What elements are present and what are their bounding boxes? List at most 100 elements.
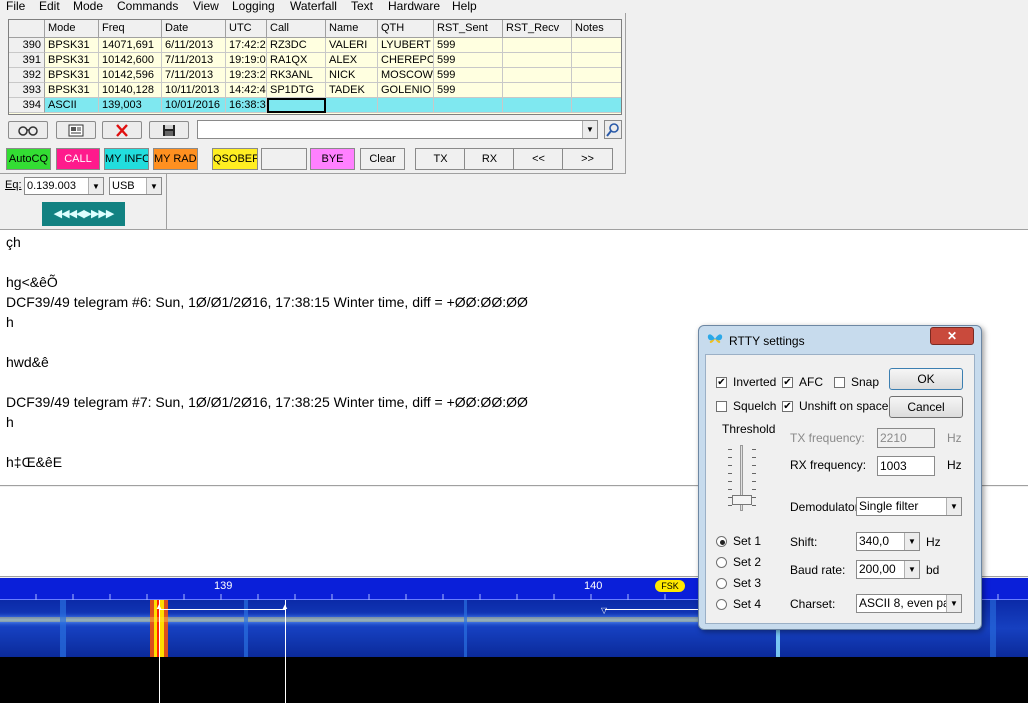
row-number[interactable]: 390 <box>9 38 45 53</box>
macro-call-button[interactable]: CALL <box>56 148 100 170</box>
row-number[interactable]: 391 <box>9 53 45 68</box>
macro-myradio-button[interactable]: MY RADIO <box>153 148 198 170</box>
table-cell-date[interactable]: 7/11/2013 <box>162 53 226 68</box>
log-grid[interactable]: Mode Freq Date UTC Call Name QTH RST_Sent RST_Re… <box>8 19 622 115</box>
table-cell-call[interactable]: RK3ANL <box>267 68 326 83</box>
table-cell-name[interactable]: NICK <box>326 68 378 83</box>
squelch-checkbox[interactable] <box>716 401 727 412</box>
snap-checkbox[interactable] <box>834 377 845 388</box>
table-cell-rst-sent[interactable]: 599 <box>434 38 503 53</box>
unshift-checkbox[interactable]: ✔ <box>782 401 793 412</box>
menu-help[interactable]: Help <box>452 0 477 13</box>
table-cell-freq[interactable]: 14071,691 <box>99 38 162 53</box>
inverted-checkbox[interactable]: ✔ <box>716 377 727 388</box>
table-cell-qth[interactable]: LYUBERT <box>378 38 434 53</box>
column-header-utc[interactable]: UTC <box>226 20 267 38</box>
table-cell-freq[interactable]: 139,003 <box>99 98 162 113</box>
macro-bye-button[interactable]: BYE <box>310 148 355 170</box>
table-cell-utc[interactable]: 17:42:2 <box>226 38 267 53</box>
chevron-down-icon[interactable]: ▼ <box>146 178 161 194</box>
save-record-button[interactable] <box>149 121 189 139</box>
qsl-card-button[interactable] <box>56 121 96 139</box>
lookup-button[interactable] <box>604 120 622 139</box>
macro-autocq-button[interactable]: AutoCQ <box>6 148 51 170</box>
callsign-combo[interactable]: ▼ <box>197 120 598 139</box>
table-cell-rst-recv[interactable] <box>503 83 572 98</box>
table-cell-utc[interactable]: 19:19:0 <box>226 53 267 68</box>
baud-rate-select[interactable]: 200,00 ▼ <box>856 560 920 579</box>
table-cell-date[interactable]: 10/01/2016 <box>162 98 226 113</box>
chevron-down-icon[interactable]: ▼ <box>904 533 919 550</box>
column-header-freq[interactable]: Freq <box>99 20 162 38</box>
delete-record-button[interactable] <box>102 121 142 139</box>
table-cell-notes[interactable] <box>572 83 621 98</box>
tx-button[interactable]: TX <box>415 148 466 170</box>
chevron-down-icon[interactable]: ▼ <box>904 561 919 578</box>
table-cell-mode[interactable]: BPSK31 <box>45 53 99 68</box>
table-cell-qth[interactable]: CHEREPC <box>378 53 434 68</box>
table-cell-freq[interactable]: 10142,596 <box>99 68 162 83</box>
table-cell-rst-sent[interactable]: 599 <box>434 53 503 68</box>
frequency-combo[interactable]: 0.139.003 ▼ <box>24 177 104 195</box>
column-header-notes[interactable]: Notes <box>572 20 621 38</box>
prev-button[interactable]: << <box>513 148 564 170</box>
menu-logging[interactable]: Logging <box>232 0 275 13</box>
tx-frequency-field[interactable]: 2210 <box>877 428 935 448</box>
slider-thumb[interactable] <box>732 495 752 505</box>
macro-empty-button[interactable] <box>261 148 307 170</box>
set2-radio[interactable] <box>716 557 727 568</box>
table-cell-rst-sent[interactable]: 599 <box>434 68 503 83</box>
column-header-call[interactable]: Call <box>267 20 326 38</box>
chevron-down-icon[interactable]: ▼ <box>946 498 961 515</box>
column-header-rst-recv[interactable]: RST_Recv <box>503 20 572 38</box>
rx-frequency-field[interactable]: 1003 <box>877 456 935 476</box>
column-header-rst-sent[interactable]: RST_Sent <box>434 20 503 38</box>
macro-myinfo-button[interactable]: MY INFO <box>104 148 149 170</box>
afc-checkbox[interactable]: ✔ <box>782 377 793 388</box>
table-cell-date[interactable]: 10/11/2013 <box>162 83 226 98</box>
table-cell-freq[interactable]: 10140,128 <box>99 83 162 98</box>
column-header-mode[interactable]: Mode <box>45 20 99 38</box>
table-cell-call[interactable]: RZ3DC <box>267 38 326 53</box>
table-cell-qth[interactable] <box>378 98 434 113</box>
next-button[interactable]: >> <box>562 148 613 170</box>
charset-select[interactable]: ASCII 8, even par ▼ <box>856 594 962 613</box>
menu-file[interactable]: File <box>6 0 25 13</box>
table-cell-mode[interactable]: BPSK31 <box>45 68 99 83</box>
menu-hardware[interactable]: Hardware <box>388 0 440 13</box>
menu-text[interactable]: Text <box>351 0 373 13</box>
table-cell-name[interactable] <box>326 98 378 113</box>
table-cell-date[interactable]: 7/11/2013 <box>162 68 226 83</box>
rx-button[interactable]: RX <box>464 148 515 170</box>
table-cell-rst-sent[interactable] <box>434 98 503 113</box>
table-cell-mode[interactable]: BPSK31 <box>45 83 99 98</box>
table-cell-rst-recv[interactable] <box>503 53 572 68</box>
table-cell-mode[interactable]: ASCII <box>45 98 99 113</box>
set4-radio[interactable] <box>716 599 727 610</box>
tune-arrows-button[interactable]: ◀◀◀◀▶▶▶▶ <box>42 202 125 226</box>
table-cell-utc[interactable]: 19:23:2 <box>226 68 267 83</box>
shift-select[interactable]: 340,0 ▼ <box>856 532 920 551</box>
close-button[interactable]: ✕ <box>930 327 974 345</box>
table-cell-freq[interactable]: 10142,600 <box>99 53 162 68</box>
table-cell-rst-recv[interactable] <box>503 98 572 113</box>
sideband-select[interactable]: USB ▼ <box>109 177 162 195</box>
set3-radio[interactable] <box>716 578 727 589</box>
table-cell-rst-sent[interactable]: 599 <box>434 83 503 98</box>
column-header-qth[interactable]: QTH <box>378 20 434 38</box>
table-cell-notes[interactable] <box>572 53 621 68</box>
table-cell-name[interactable]: ALEX <box>326 53 378 68</box>
set1-radio[interactable] <box>716 536 727 547</box>
chevron-down-icon[interactable]: ▼ <box>582 121 597 138</box>
cancel-button[interactable]: Cancel <box>889 396 963 418</box>
search-log-button[interactable] <box>8 121 48 139</box>
clear-button[interactable]: Clear <box>360 148 405 170</box>
menu-commands[interactable]: Commands <box>117 0 178 13</box>
macro-qsobefore-button[interactable]: QSOBEFO <box>212 148 258 170</box>
menu-mode[interactable]: Mode <box>73 0 103 13</box>
rx-cursor-left[interactable] <box>159 600 160 703</box>
table-cell-date[interactable]: 6/11/2013 <box>162 38 226 53</box>
threshold-slider[interactable] <box>726 445 756 515</box>
row-number[interactable]: 394 <box>9 98 45 113</box>
table-cell-notes[interactable] <box>572 68 621 83</box>
